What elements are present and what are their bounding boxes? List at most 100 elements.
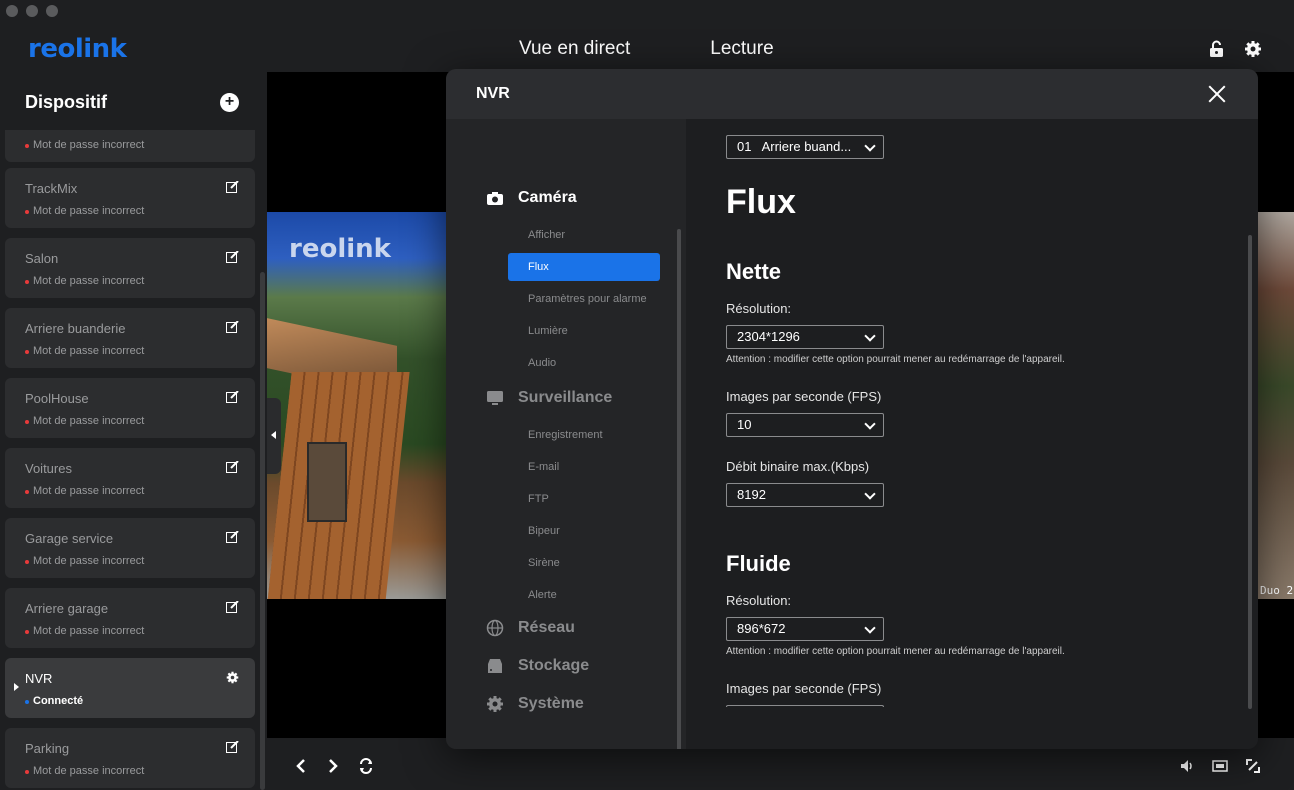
page-title: Flux — [726, 183, 796, 221]
expand-caret-icon[interactable] — [14, 683, 19, 691]
restart-warning: Attention : modifier cette option pourra… — [726, 354, 1065, 365]
device-status: Mot de passe incorrect — [33, 485, 145, 497]
resolution-label: Résolution: — [726, 593, 792, 608]
device-item-garage-service[interactable]: Garage service Mot de passe incorrect — [5, 518, 255, 578]
chevron-down-icon — [864, 418, 876, 430]
nav-item-email[interactable]: E-mail — [508, 453, 660, 481]
device-item-poolhouse[interactable]: PoolHouse Mot de passe incorrect — [5, 378, 255, 438]
device-name: Arriere buanderie — [25, 321, 126, 336]
app-logo: reolink — [28, 34, 127, 64]
edit-icon[interactable] — [226, 461, 239, 473]
unlock-icon[interactable] — [1208, 40, 1226, 58]
edit-icon[interactable] — [226, 741, 239, 753]
status-dot — [25, 770, 29, 774]
edit-icon[interactable] — [226, 181, 239, 193]
content-scrollbar[interactable] — [1248, 235, 1252, 709]
nav-item-flux[interactable]: Flux — [508, 253, 660, 281]
close-icon[interactable] — [1206, 83, 1228, 105]
nav-item-sirene[interactable]: Sirène — [508, 549, 660, 577]
edit-icon[interactable] — [226, 251, 239, 263]
device-name: Garage service — [25, 531, 114, 546]
chevron-down-icon — [864, 488, 876, 500]
device-name: TrackMix — [25, 181, 78, 196]
device-name: Voitures — [25, 461, 72, 476]
gear-icon — [487, 696, 503, 712]
status-dot — [25, 700, 29, 704]
nav-item-lumiere[interactable]: Lumière — [508, 317, 660, 345]
nav-section-stockage[interactable]: Stockage — [486, 657, 589, 675]
volume-icon[interactable] — [1179, 758, 1195, 774]
section-heading-nette: Nette — [726, 259, 782, 284]
edit-icon[interactable] — [226, 601, 239, 613]
camera-label: Duo 2 — [1260, 584, 1294, 597]
device-sidebar: Dispositif + Mot de passe incorrect Trac… — [0, 72, 267, 790]
nav-item-afficher[interactable]: Afficher — [508, 221, 660, 249]
chevron-down-icon — [864, 140, 876, 152]
device-name: Parking — [25, 741, 70, 756]
resolution-label: Résolution: — [726, 301, 792, 316]
nav-item-enregistrement[interactable]: Enregistrement — [508, 421, 660, 449]
device-item-salon[interactable]: Salon Mot de passe incorrect — [5, 238, 255, 298]
app-window: reolink Vue en direct Lecture Dispositif… — [0, 0, 1294, 790]
gear-icon[interactable] — [1244, 40, 1262, 58]
minimize-window-button[interactable] — [26, 5, 38, 17]
modal-header: NVR — [446, 69, 1258, 119]
main-tabs: Vue en direct Lecture — [519, 38, 774, 78]
device-status: Connecté — [33, 695, 84, 707]
nav-item-audio[interactable]: Audio — [508, 349, 660, 377]
device-item-voitures[interactable]: Voitures Mot de passe incorrect — [5, 448, 255, 508]
add-device-button[interactable]: + — [220, 92, 239, 112]
channel-select[interactable]: 01 Arriere buand... — [726, 135, 884, 159]
sidebar-title: Dispositif — [25, 91, 108, 112]
device-item[interactable]: Mot de passe incorrect — [5, 130, 255, 162]
maximize-window-button[interactable] — [46, 5, 58, 17]
device-item-nvr[interactable]: NVR Connecté — [5, 658, 255, 718]
chevron-left-icon[interactable] — [293, 758, 309, 774]
edit-icon[interactable] — [226, 391, 239, 403]
device-status: Mot de passe incorrect — [33, 139, 145, 151]
resolution-select-fluide[interactable]: 896*672 — [726, 617, 884, 641]
edit-icon[interactable] — [226, 531, 239, 543]
device-item-arriere-buanderie[interactable]: Arriere buanderie Mot de passe incorrect — [5, 308, 255, 368]
nav-item-alerte[interactable]: Alerte — [508, 581, 660, 609]
chevron-right-icon[interactable] — [325, 758, 341, 774]
fullscreen-icon[interactable] — [1245, 758, 1261, 774]
title-bar: reolink Vue en direct Lecture — [0, 0, 1294, 78]
nav-item-alarm-settings[interactable]: Paramètres pour alarme — [508, 285, 660, 313]
globe-icon — [486, 619, 504, 637]
settings-modal: NVR Caméra Afficher Flux Paramètres pour… — [446, 69, 1258, 749]
nav-section-surveillance[interactable]: Surveillance — [486, 389, 612, 407]
device-item-trackmix[interactable]: TrackMix Mot de passe incorrect — [5, 168, 255, 228]
nav-item-bipeur[interactable]: Bipeur — [508, 517, 660, 545]
restart-warning: Attention : modifier cette option pourra… — [726, 646, 1065, 657]
bitrate-select-nette[interactable]: 8192 — [726, 483, 884, 507]
bitrate-label: Débit binaire max.(Kbps) — [726, 459, 870, 474]
status-dot — [25, 630, 29, 634]
collapse-sidebar-button[interactable] — [267, 398, 281, 474]
fps-select-fluide[interactable] — [726, 705, 884, 707]
device-item-parking[interactable]: Parking Mot de passe incorrect — [5, 728, 255, 788]
resolution-select-nette[interactable]: 2304*1296 — [726, 325, 884, 349]
camera-view-right[interactable]: Duo 2 — [1258, 212, 1294, 599]
nav-scrollbar[interactable] — [677, 229, 681, 749]
tab-live-view[interactable]: Vue en direct — [519, 38, 631, 78]
sidebar-scrollbar[interactable] — [260, 272, 265, 790]
status-dot — [25, 350, 29, 354]
nav-section-reseau[interactable]: Réseau — [486, 619, 575, 637]
edit-icon[interactable] — [226, 321, 239, 333]
device-item-arriere-garage[interactable]: Arriere garage Mot de passe incorrect — [5, 588, 255, 648]
layout-icon[interactable] — [1212, 758, 1228, 774]
close-window-button[interactable] — [6, 5, 18, 17]
refresh-icon[interactable] — [358, 758, 374, 774]
modal-title: NVR — [476, 85, 510, 102]
gear-icon[interactable] — [226, 671, 239, 684]
section-heading-fluide: Fluide — [726, 551, 791, 576]
nav-section-camera[interactable]: Caméra — [486, 189, 577, 207]
device-name: PoolHouse — [25, 391, 89, 406]
nav-section-systeme[interactable]: Système — [486, 695, 584, 713]
fps-select-nette[interactable]: 10 — [726, 413, 884, 437]
tab-playback[interactable]: Lecture — [710, 38, 773, 70]
device-name: Arriere garage — [25, 601, 109, 616]
nav-item-ftp[interactable]: FTP — [508, 485, 660, 513]
camera-view-left[interactable]: reolink — [267, 212, 447, 599]
